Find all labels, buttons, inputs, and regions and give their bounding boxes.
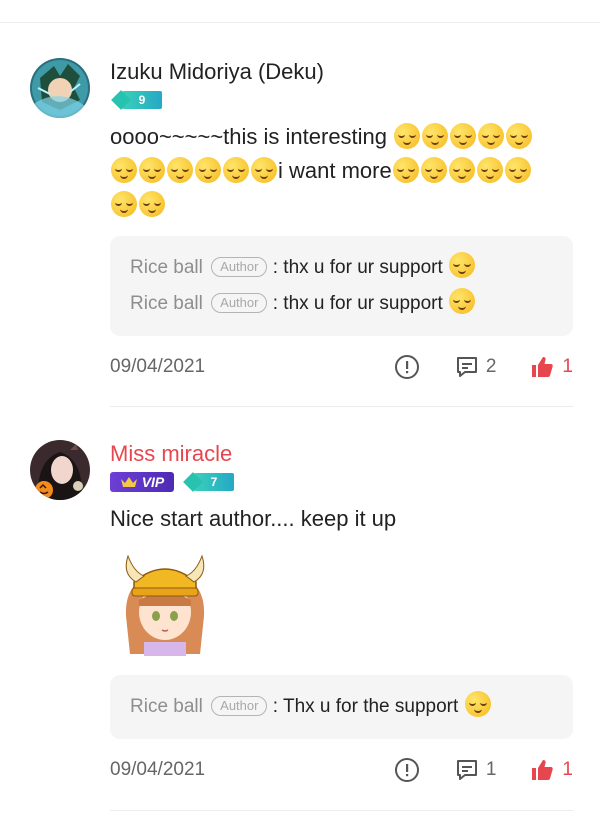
relieved-emoji-icon xyxy=(392,157,419,183)
smile-emoji-icon xyxy=(464,691,491,717)
relieved-emoji-icon xyxy=(504,157,531,183)
comment-date: 09/04/2021 xyxy=(110,356,206,377)
relieved-emoji-icon xyxy=(476,157,503,183)
smile-emoji-icon xyxy=(449,252,476,278)
crown-icon xyxy=(120,477,137,487)
avatar[interactable] xyxy=(30,58,90,118)
thumbs-up-icon xyxy=(532,357,554,377)
relieved-emoji-icon xyxy=(448,157,475,183)
comment-divider xyxy=(110,810,573,811)
relieved-emoji-icon xyxy=(195,157,221,183)
comment-footer: 09/04/2021 2 1 xyxy=(110,352,573,382)
username[interactable]: Izuku Midoriya (Deku) xyxy=(110,58,573,86)
comment-bubble-icon xyxy=(456,760,477,780)
top-divider xyxy=(0,22,600,23)
replies-box[interactable]: Rice ball Author : Thx u for the support xyxy=(110,675,573,739)
reply-item[interactable]: Rice ball Author : thx u for ur support xyxy=(130,286,553,322)
author-tag: Author xyxy=(211,293,268,313)
relieved-emoji-icon xyxy=(478,123,505,149)
comment-text: Nice start author.... keep it up xyxy=(110,506,397,531)
relieved-emoji-icon xyxy=(167,157,193,183)
comment-footer: 09/04/2021 1 1 xyxy=(110,755,573,785)
username[interactable]: Miss miracle xyxy=(110,440,573,468)
relieved-emoji-icon xyxy=(139,157,165,183)
relieved-emoji-icon xyxy=(422,123,449,149)
comment-date: 09/04/2021 xyxy=(110,759,206,780)
comment-count-button[interactable]: 1 xyxy=(454,757,496,783)
viking-girl-sticker xyxy=(125,554,205,656)
level-badge: 9 xyxy=(110,90,162,110)
like-button[interactable]: 1 xyxy=(530,355,573,379)
comment-text: oooo~~~~~this is interesting i want more xyxy=(110,120,573,222)
smile-emoji-icon xyxy=(449,288,476,314)
relieved-emoji-icon xyxy=(111,191,137,217)
reply-item[interactable]: Rice ball Author : thx u for ur support xyxy=(130,250,553,286)
replies-box[interactable]: Rice ball Author : thx u for ur support … xyxy=(110,236,573,336)
relieved-emoji-icon xyxy=(139,191,165,217)
relieved-emoji-icon xyxy=(223,157,249,183)
reply-item[interactable]: Rice ball Author : Thx u for the support xyxy=(130,689,553,725)
relieved-emoji-icon xyxy=(450,123,477,149)
relieved-emoji-icon xyxy=(111,157,137,183)
relieved-emoji-icon xyxy=(420,157,447,183)
comment-divider xyxy=(110,406,573,407)
author-tag: Author xyxy=(211,696,268,716)
vip-badge: VIP xyxy=(110,472,174,492)
avatar[interactable] xyxy=(30,440,90,500)
relieved-emoji-icon xyxy=(506,123,533,149)
author-tag: Author xyxy=(211,257,268,277)
level-badge: 7 xyxy=(182,472,234,492)
like-button[interactable]: 1 xyxy=(530,758,573,782)
thumbs-up-icon xyxy=(532,760,554,780)
comment-count-button[interactable]: 2 xyxy=(454,354,496,380)
report-icon[interactable] xyxy=(394,757,420,783)
relieved-emoji-icon xyxy=(394,123,421,149)
comment-bubble-icon xyxy=(456,357,477,377)
relieved-emoji-icon xyxy=(251,157,277,183)
report-icon[interactable] xyxy=(394,354,420,380)
